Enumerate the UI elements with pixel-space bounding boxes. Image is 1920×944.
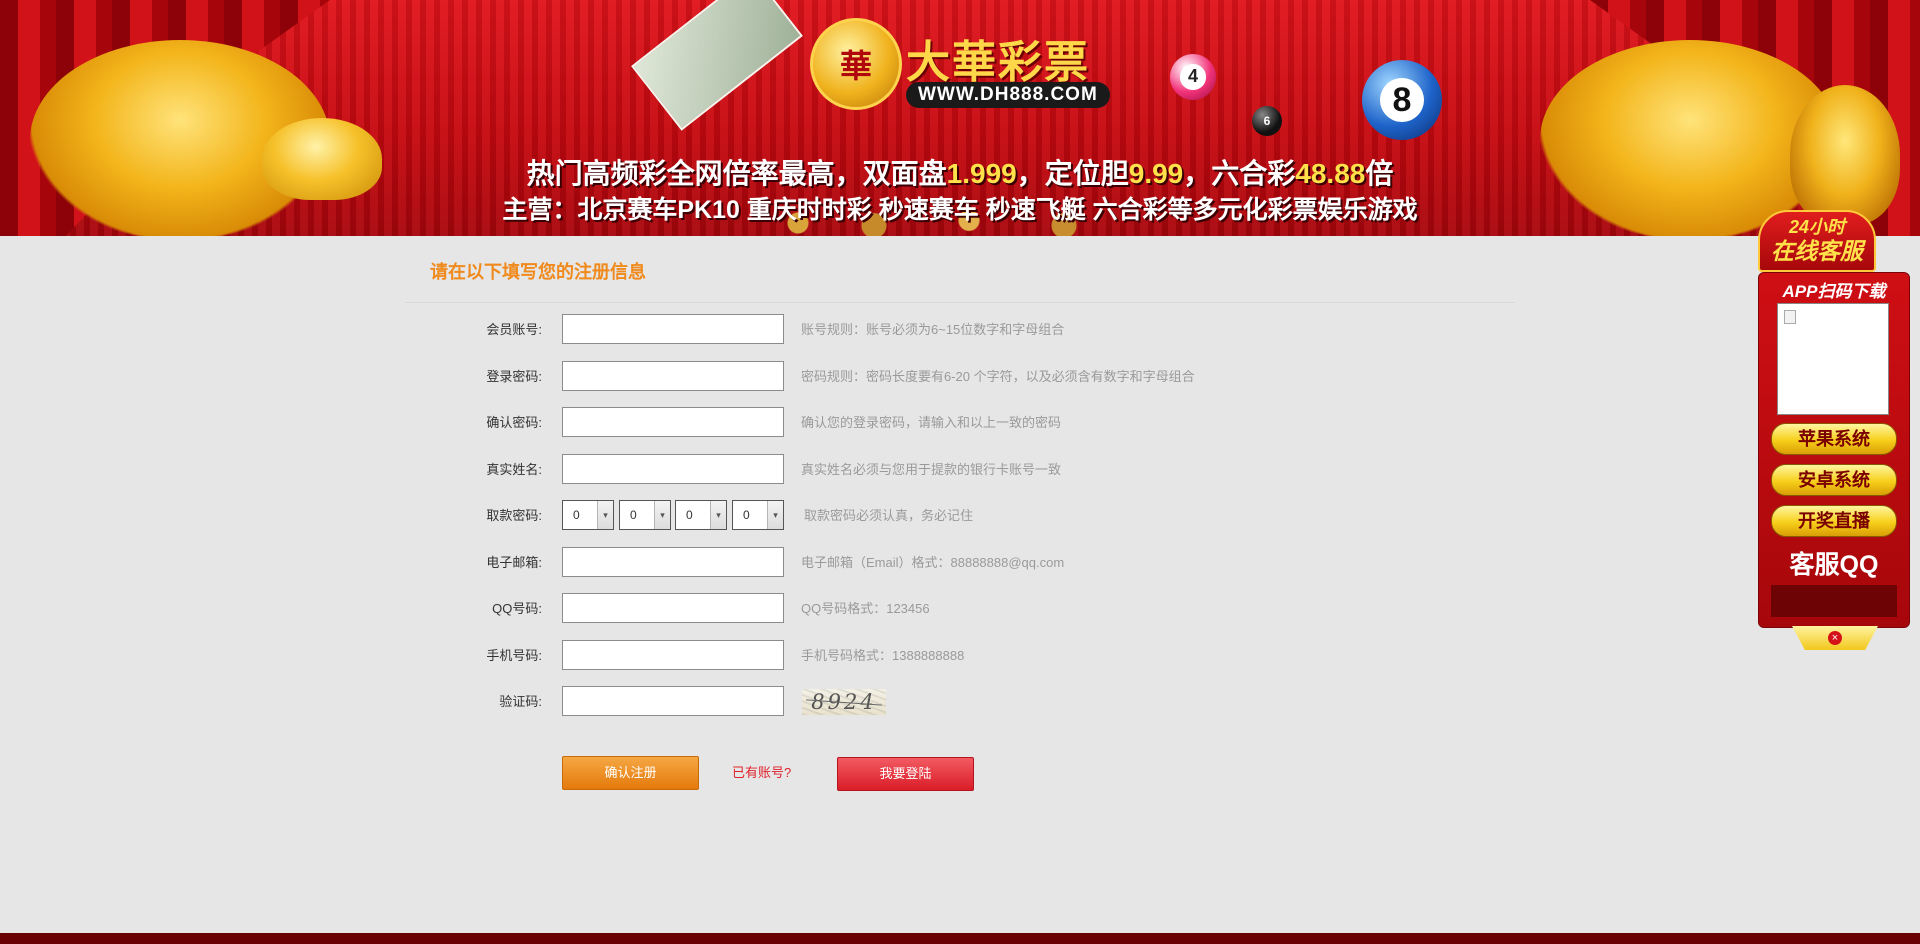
qq-hint: QQ号码格式：123456	[801, 601, 930, 616]
chevron-down-icon: ▾	[710, 501, 726, 529]
withdraw-pin-digit-4-select[interactable]: 0 ▾	[732, 500, 784, 530]
email-label: 电子邮箱:	[486, 555, 542, 570]
lottery-ball-pink-icon: 4	[1170, 54, 1216, 100]
float-dragon-icon	[1790, 85, 1900, 225]
lottery-ball-black-icon: 6	[1252, 106, 1282, 136]
password-input[interactable]	[562, 361, 784, 391]
form-row-account: 会员账号: 账号规则：账号必须为6~15位数字和字母组合	[0, 314, 1400, 346]
account-hint: 账号规则：账号必须为6~15位数字和字母组合	[801, 322, 1065, 337]
captcha-input[interactable]	[562, 686, 784, 716]
account-input[interactable]	[562, 314, 784, 344]
service-float-panel: APP扫码下载 苹果系统 安卓系统 开奖直播 客服QQ	[1758, 272, 1910, 628]
title-divider	[405, 302, 1515, 303]
qq-label: QQ号码:	[492, 601, 542, 616]
withdraw-pin-digit-1-select[interactable]: 0 ▾	[562, 500, 614, 530]
phone-input[interactable]	[562, 640, 784, 670]
form-row-phone: 手机号码: 手机号码格式：1388888888	[0, 640, 1400, 672]
email-hint: 电子邮箱（Email）格式：88888888@qq.com	[801, 555, 1065, 570]
real-name-hint: 真实姓名必须与您用于提款的银行卡账号一致	[801, 462, 1062, 477]
form-row-password: 登录密码: 密码规则：密码长度要有6-20 个字符，以及必须含有数字和字母组合	[0, 361, 1400, 393]
close-icon[interactable]: ×	[1828, 631, 1842, 645]
confirm-password-input[interactable]	[562, 407, 784, 437]
site-logo[interactable]: 華 大華彩票 WWW.DH888.COM	[810, 18, 1120, 118]
email-input[interactable]	[562, 547, 784, 577]
confirm-password-hint: 确认您的登录密码，请输入和以上一致的密码	[801, 415, 1062, 430]
android-download-button[interactable]: 安卓系统	[1771, 464, 1897, 496]
form-row-real-name: 真实姓名: 真实姓名必须与您用于提款的银行卡账号一致	[0, 454, 1400, 486]
login-button[interactable]: 我要登陆	[837, 757, 974, 791]
password-hint: 密码规则：密码长度要有6-20 个字符，以及必须含有数字和字母组合	[801, 369, 1195, 384]
logo-coin-icon: 華	[810, 18, 902, 110]
broken-image-icon	[1784, 310, 1796, 324]
online-service-header[interactable]: 24小时 在线客服	[1758, 210, 1876, 272]
real-name-label: 真实姓名:	[486, 462, 542, 477]
chevron-down-icon: ▾	[597, 501, 613, 529]
phone-label: 手机号码:	[486, 648, 542, 663]
real-name-input[interactable]	[562, 454, 784, 484]
logo-title: 大華彩票	[906, 37, 1090, 88]
banner-slogan-odds: 热门高频彩全网倍率最高，双面盘1.999，定位胆9.99，六合彩48.88倍	[526, 158, 1394, 189]
service-qq-label: 客服QQ	[1789, 551, 1879, 579]
service-qq-value[interactable]	[1771, 585, 1897, 617]
app-download-title: APP扫码下载	[1782, 282, 1886, 301]
account-label: 会员账号:	[486, 322, 542, 337]
form-row-withdraw-pin: 取款密码: 0 ▾ 0 ▾ 0 ▾ 0 ▾ 取款密码必须认真，务必记住	[0, 500, 1400, 532]
banner-slogan-games: 主营：北京赛车PK10 重庆时时彩 秒速赛车 秒速飞艇 六合彩等多元化彩票娱乐游…	[502, 196, 1418, 224]
qq-input[interactable]	[562, 593, 784, 623]
banknote-icon	[631, 0, 803, 131]
withdraw-pin-digit-3-select[interactable]: 0 ▾	[675, 500, 727, 530]
have-account-link[interactable]: 已有账号?	[732, 762, 791, 781]
lottery-ball-blue-icon: 8	[1362, 60, 1442, 140]
captcha-image[interactable]: 8924	[802, 689, 886, 715]
form-row-qq: QQ号码: QQ号码格式：123456	[0, 593, 1400, 625]
phone-hint: 手机号码格式：1388888888	[801, 648, 965, 663]
chevron-down-icon: ▾	[767, 501, 783, 529]
lottery-live-button[interactable]: 开奖直播	[1771, 505, 1897, 537]
app-qr-code	[1777, 303, 1889, 415]
logo-url: WWW.DH888.COM	[906, 82, 1110, 108]
form-row-confirm-password: 确认密码: 确认您的登录密码，请输入和以上一致的密码	[0, 407, 1400, 439]
confirm-register-button[interactable]: 确认注册	[562, 756, 699, 790]
withdraw-pin-hint: 取款密码必须认真，务必记住	[804, 508, 974, 523]
withdraw-pin-label: 取款密码:	[486, 508, 542, 523]
confirm-password-label: 确认密码:	[486, 415, 542, 430]
online-service-hours: 24小时	[1788, 217, 1846, 237]
ios-download-button[interactable]: 苹果系统	[1771, 423, 1897, 455]
form-row-captcha: 验证码: 8924	[0, 686, 1400, 718]
withdraw-pin-digit-2-select[interactable]: 0 ▾	[619, 500, 671, 530]
form-title: 请在以下填写您的注册信息	[430, 262, 646, 282]
captcha-label: 验证码:	[499, 694, 542, 709]
footer-bar	[0, 933, 1920, 944]
password-label: 登录密码:	[486, 369, 542, 384]
online-service-title: 在线客服	[1771, 238, 1863, 264]
chevron-down-icon: ▾	[654, 501, 670, 529]
header-banner: 華 大華彩票 WWW.DH888.COM 4 6 8 热门高频彩全网倍率最高，双…	[0, 0, 1920, 236]
form-row-email: 电子邮箱: 电子邮箱（Email）格式：88888888@qq.com	[0, 547, 1400, 579]
